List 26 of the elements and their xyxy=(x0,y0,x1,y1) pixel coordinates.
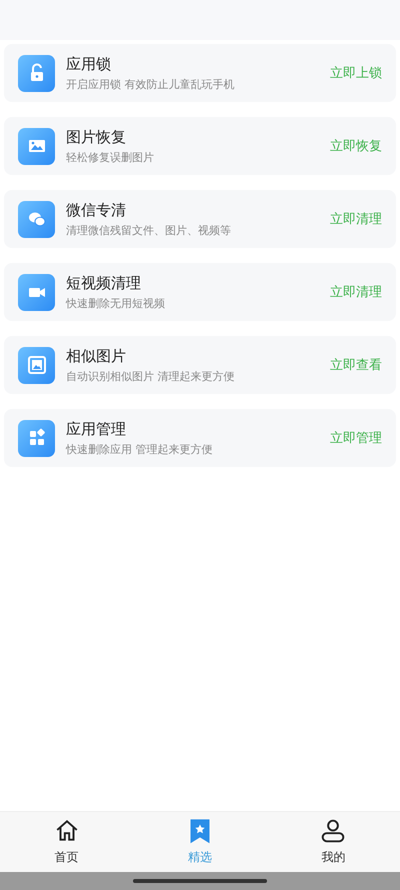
feature-card[interactable]: 短视频清理 快速删除无用短视频 立即清理 xyxy=(4,263,396,321)
feature-card[interactable]: 应用锁 开启应用锁 有效防止儿童乱玩手机 立即上锁 xyxy=(4,44,396,102)
feature-title: 短视频清理 xyxy=(66,274,142,292)
user-icon xyxy=(320,818,346,844)
tab-label: 我的 xyxy=(321,849,346,866)
feature-title: 应用管理 xyxy=(66,420,127,438)
home-indicator[interactable] xyxy=(133,879,267,883)
feature-description: 自动识别相似图片 清理起来更方便 xyxy=(66,368,236,384)
feature-description: 开启应用锁 有效防止儿童乱玩手机 xyxy=(66,76,236,92)
tab-label: 精选 xyxy=(188,849,212,866)
feature-title: 图片恢复 xyxy=(66,128,127,146)
tab-label: 首页 xyxy=(54,849,79,866)
feature-description: 快速删除应用 管理起来更方便 xyxy=(66,442,214,456)
feature-title: 应用锁 xyxy=(66,54,112,74)
feature-title: 相似图片 xyxy=(66,346,127,366)
feature-description: 轻松修复误删图片 xyxy=(66,150,155,164)
feature-card[interactable]: 相似图片 自动识别相似图片 清理起来更方便 立即查看 xyxy=(4,336,396,394)
feature-card[interactable]: 图片恢复 轻松修复误删图片 立即恢复 xyxy=(4,117,396,175)
nav-tab[interactable]: 首页 xyxy=(0,818,134,866)
feature-description: 清理微信残留文件、图片、视频等 xyxy=(66,222,232,238)
feature-card[interactable]: 应用管理 快速删除应用 管理起来更方便 立即管理 xyxy=(4,409,396,467)
feature-description: 快速删除无用短视频 xyxy=(66,296,166,310)
image-icon xyxy=(26,354,48,376)
feature-card[interactable]: 微信专清 清理微信残留文件、图片、视频等 立即清理 xyxy=(4,190,396,248)
feature-title: 微信专清 xyxy=(66,200,127,220)
nav-tab[interactable]: 我的 xyxy=(266,818,400,866)
